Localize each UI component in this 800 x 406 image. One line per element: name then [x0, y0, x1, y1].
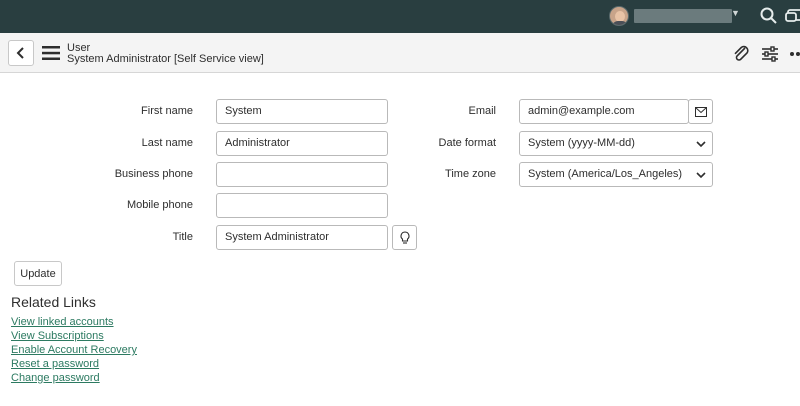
search-icon[interactable]	[759, 6, 779, 26]
form-header: User System Administrator [Self Service …	[0, 33, 800, 73]
label-email: Email	[468, 105, 496, 117]
label-date-format: Date format	[438, 137, 496, 149]
label-time-zone: Time zone	[445, 168, 496, 180]
link-reset-password[interactable]: Reset a password	[11, 358, 99, 370]
update-button[interactable]: Update	[14, 261, 62, 286]
envelope-icon	[694, 106, 707, 117]
label-first-name: First name	[141, 105, 193, 117]
chat-icon[interactable]	[785, 6, 800, 26]
label-last-name: Last name	[141, 137, 193, 149]
lightbulb-icon	[399, 230, 410, 244]
avatar[interactable]	[609, 6, 629, 26]
back-button[interactable]	[8, 40, 34, 66]
form-subtitle: System Administrator [Self Service view]	[67, 53, 264, 65]
last-name-input[interactable]: Administrator	[216, 131, 388, 156]
user-name-redacted[interactable]	[634, 9, 732, 23]
link-change-password[interactable]: Change password	[11, 372, 100, 384]
email-input[interactable]: admin@example.com	[519, 99, 689, 124]
top-bar: ▼	[0, 0, 800, 33]
date-format-select[interactable]: System (yyyy-MM-dd)	[519, 131, 713, 156]
chevron-down-icon	[696, 172, 706, 179]
avatar-shirt	[612, 21, 628, 25]
more-icon[interactable]	[789, 44, 800, 64]
send-email-button[interactable]	[688, 99, 713, 124]
first-name-input[interactable]: System	[216, 99, 388, 124]
attachment-icon[interactable]	[731, 44, 751, 64]
label-title: Title	[172, 231, 193, 243]
link-view-linked-accounts[interactable]: View linked accounts	[11, 316, 114, 328]
back-icon	[16, 47, 24, 59]
date-format-value: System (yyyy-MM-dd)	[528, 137, 635, 149]
chevron-down-icon	[696, 141, 706, 148]
related-links-heading: Related Links	[11, 294, 96, 310]
title-input[interactable]: System Administrator	[216, 225, 388, 250]
chevron-down-icon[interactable]: ▼	[731, 8, 740, 18]
menu-icon[interactable]	[42, 45, 60, 61]
business-phone-input[interactable]	[216, 162, 388, 187]
time-zone-value: System (America/Los_Angeles)	[528, 168, 683, 180]
link-view-subscriptions[interactable]: View Subscriptions	[11, 330, 104, 342]
settings-sliders-icon[interactable]	[760, 44, 780, 64]
link-enable-account-recovery[interactable]: Enable Account Recovery	[11, 344, 137, 356]
time-zone-select[interactable]: System (America/Los_Angeles)	[519, 162, 713, 187]
title-lookup-button[interactable]	[392, 225, 417, 250]
label-business-phone: Business phone	[114, 168, 193, 180]
label-mobile-phone: Mobile phone	[126, 199, 193, 211]
mobile-phone-input[interactable]	[216, 193, 388, 218]
